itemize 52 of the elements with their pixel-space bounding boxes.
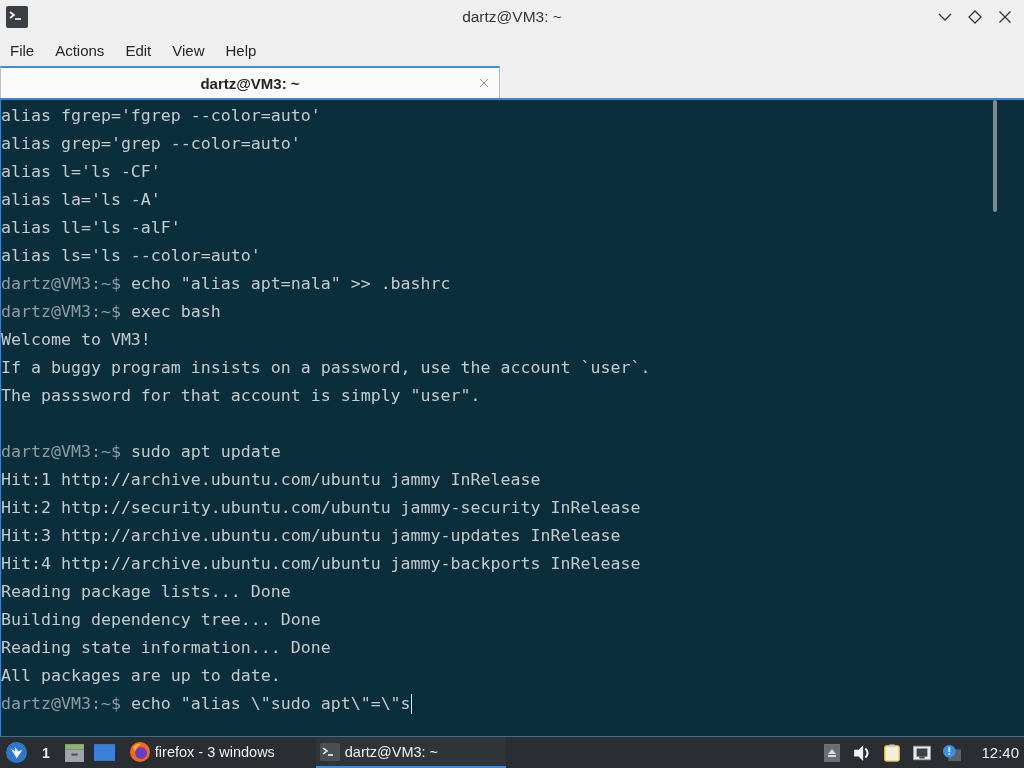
scrollbar-thumb[interactable] bbox=[993, 100, 997, 212]
output-line: Hit:2 http://security.ubuntu.com/ubuntu jammy-security InRelease bbox=[1, 497, 641, 519]
desktop-icon[interactable] bbox=[93, 742, 115, 763]
task-button[interactable]: firefox - 3 windows bbox=[125, 737, 316, 768]
output-line: alias grep='grep --color=auto' bbox=[1, 133, 301, 155]
task-button[interactable]: dartz@VM3: ~ bbox=[315, 737, 506, 768]
command-text: echo "alias apt=nala" >> .bashrc bbox=[130, 273, 451, 295]
notification-icon[interactable] bbox=[943, 743, 962, 762]
clock[interactable]: 12:40 bbox=[981, 744, 1019, 761]
output-line: Building dependency tree... Done bbox=[1, 609, 321, 631]
output-line: alias ll='ls -alF' bbox=[1, 217, 181, 239]
browser-icon bbox=[129, 741, 150, 762]
output-line: alias ls='ls --color=auto' bbox=[1, 245, 261, 267]
menu-item[interactable]: File bbox=[10, 41, 35, 59]
tab[interactable]: dartz@VM3: ~ bbox=[0, 66, 500, 98]
output-line: Hit:4 http://archive.ubuntu.com/ubuntu jammy-backports InRelease bbox=[1, 553, 641, 575]
terminal-app-icon bbox=[6, 6, 28, 28]
output-line: Reading state information... Done bbox=[1, 637, 331, 659]
output-line: If a buggy program insists on a password, use the account `user`. bbox=[1, 357, 651, 379]
drawer-icon[interactable] bbox=[63, 742, 85, 763]
clipboard-icon[interactable] bbox=[883, 743, 902, 762]
window-title: dartz@VM3: ~ bbox=[462, 8, 562, 26]
speaker-icon[interactable] bbox=[853, 743, 872, 762]
output-line: The passsword for that account is simply "user". bbox=[1, 385, 481, 407]
close-tab-icon[interactable] bbox=[479, 78, 489, 88]
output-line: Hit:3 http://archive.ubuntu.com/ubuntu jammy-updates InRelease bbox=[1, 525, 621, 547]
launcher-icon[interactable] bbox=[6, 742, 27, 763]
output-line: alias l='ls -CF' bbox=[1, 161, 161, 183]
output-line: alias la='ls -A' bbox=[1, 189, 161, 211]
command-text: echo "alias \"sudo apt\"=\"s bbox=[130, 693, 411, 715]
close-icon[interactable] bbox=[998, 10, 1012, 24]
output-line: alias fgrep='fgrep --color=auto' bbox=[1, 105, 321, 127]
output-line: All packages are up to date. bbox=[1, 665, 281, 687]
menu-item[interactable]: View bbox=[172, 41, 205, 59]
menu-item[interactable]: Actions bbox=[55, 41, 105, 59]
output-line: Hit:1 http://archive.ubuntu.com/ubuntu jammy InRelease bbox=[1, 469, 541, 491]
command-text: exec bash bbox=[130, 301, 221, 323]
network-icon[interactable] bbox=[913, 743, 932, 762]
menu-item[interactable]: Help bbox=[225, 41, 257, 59]
workspace-button[interactable]: 1 bbox=[42, 744, 50, 761]
shell-prompt: dartz@VM3:~$ bbox=[1, 693, 121, 715]
maximize-icon[interactable] bbox=[968, 10, 982, 24]
command-text: sudo apt update bbox=[130, 441, 281, 463]
shell-prompt: dartz@VM3:~$ bbox=[1, 441, 121, 463]
shell-prompt: dartz@VM3:~$ bbox=[1, 301, 121, 323]
shell-prompt: dartz@VM3:~$ bbox=[1, 273, 121, 295]
terminal-icon bbox=[319, 741, 340, 762]
terminal-panel[interactable] bbox=[0, 98, 1024, 736]
menu-item[interactable]: Edit bbox=[125, 41, 152, 59]
eject-icon[interactable] bbox=[823, 743, 842, 762]
output-line: Welcome to VM3! bbox=[1, 329, 151, 351]
output-line: Reading package lists... Done bbox=[1, 581, 291, 603]
